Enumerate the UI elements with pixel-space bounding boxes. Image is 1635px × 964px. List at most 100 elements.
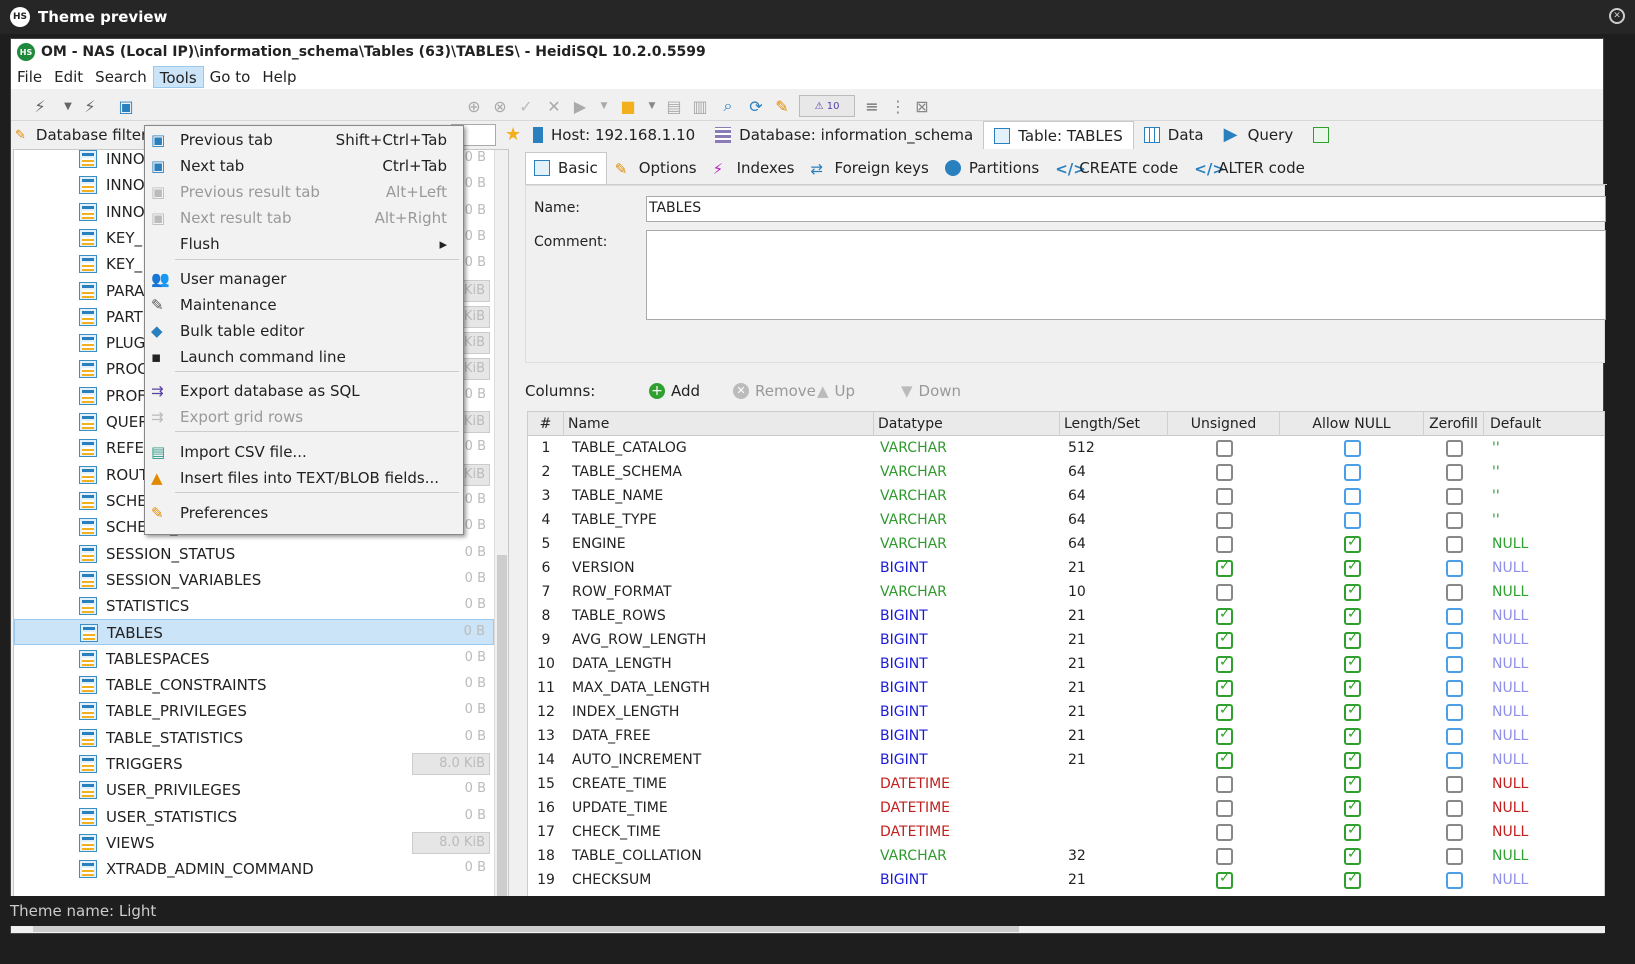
checkbox[interactable] (1446, 752, 1463, 769)
col-header-zerofill[interactable]: Zerofill (1424, 412, 1484, 436)
checkbox[interactable] (1216, 870, 1233, 889)
menu-item-previous-tab[interactable]: ▣ Previous tab Shift+Ctrl+Tab (145, 127, 463, 153)
disconnect-icon[interactable]: ⚡ (79, 95, 101, 117)
table-row[interactable]: 11 MAX_DATA_LENGTH BIGINT 21 NULL (528, 676, 1604, 700)
tab-partitions[interactable]: Partitions (937, 152, 1047, 184)
tree-item-triggers[interactable]: TRIGGERS 8.0 KiB (14, 751, 494, 777)
table-row[interactable]: 9 AVG_ROW_LENGTH BIGINT 21 NULL (528, 628, 1604, 652)
checkbox[interactable] (1446, 632, 1463, 649)
checkbox[interactable] (1344, 702, 1361, 721)
col-header-name[interactable]: Name (564, 412, 874, 436)
checkbox[interactable] (1344, 678, 1361, 697)
tree-item-user_privileges[interactable]: USER_PRIVILEGES 0 B (14, 777, 494, 803)
more-icon[interactable]: ⋮ (887, 95, 909, 117)
menu-edit[interactable]: Edit (48, 66, 89, 88)
checkbox[interactable] (1216, 800, 1233, 817)
print-icon[interactable]: ▥ (689, 95, 711, 117)
menu-item-launch-command-line[interactable]: ▪ Launch command line (145, 344, 463, 370)
checkbox[interactable] (1446, 584, 1463, 601)
checkbox[interactable] (1344, 654, 1361, 673)
menu-item-next-result-tab[interactable]: ▣ Next result tab Alt+Right (145, 205, 463, 231)
tab-indexes[interactable]: ⚡ Indexes (705, 152, 803, 184)
check-icon[interactable]: ✓ (515, 95, 537, 117)
tree-item-table_privileges[interactable]: TABLE_PRIVILEGES 0 B (14, 698, 494, 724)
checkbox[interactable] (1216, 654, 1233, 673)
checkbox[interactable] (1216, 440, 1233, 457)
menu-item-insert-files-into-text-blob-fields[interactable]: ▲ Insert files into TEXT/BLOB fields... (145, 465, 463, 491)
table-row[interactable]: 8 TABLE_ROWS BIGINT 21 NULL (528, 604, 1604, 628)
checkbox[interactable] (1344, 750, 1361, 769)
menu-goto[interactable]: Go to (204, 66, 257, 88)
comment-input[interactable] (646, 230, 1606, 320)
checkbox[interactable] (1216, 584, 1233, 601)
checkbox[interactable] (1344, 870, 1361, 889)
table-row[interactable]: 2 TABLE_SCHEMA VARCHAR 64 '' (528, 460, 1604, 484)
new-query-tab[interactable] (1303, 121, 1347, 149)
move-up-button[interactable]: ▲ Up (817, 382, 855, 400)
checkbox[interactable] (1216, 512, 1233, 529)
dropdown-arrow-icon[interactable]: ▼ (641, 95, 663, 117)
checkbox[interactable] (1216, 558, 1233, 577)
tab-foreign-keys[interactable]: ⇄ Foreign keys (803, 152, 937, 184)
tree-item-statistics[interactable]: STATISTICS 0 B (14, 593, 494, 619)
save-icon[interactable]: ▤ (663, 95, 685, 117)
menu-item-import-csv-file[interactable]: ▤ Import CSV file... (145, 439, 463, 465)
checkbox[interactable] (1216, 750, 1233, 769)
tree-scrollbar[interactable] (494, 150, 508, 912)
tab-data[interactable]: Data (1134, 121, 1214, 149)
menu-help[interactable]: Help (256, 66, 302, 88)
tree-item-table_statistics[interactable]: TABLE_STATISTICS 0 B (14, 725, 494, 751)
tab-basic[interactable]: Basic (525, 151, 607, 184)
checkbox[interactable] (1344, 512, 1361, 529)
dropdown-arrow-icon[interactable]: ▼ (593, 95, 615, 117)
menu-item-bulk-table-editor[interactable]: ◆ Bulk table editor (145, 318, 463, 344)
menu-file[interactable]: File (11, 66, 48, 88)
checkbox[interactable] (1216, 848, 1233, 865)
table-row[interactable]: 17 CHECK_TIME DATETIME NULL (528, 820, 1604, 844)
add-column-button[interactable]: + Add (649, 382, 700, 400)
table-name-input[interactable]: TABLES (646, 196, 1606, 222)
checkbox[interactable] (1446, 488, 1463, 505)
checkbox[interactable] (1344, 582, 1361, 601)
menu-item-preferences[interactable]: ✎ Preferences (145, 500, 463, 526)
checkbox[interactable] (1344, 558, 1361, 577)
tree-item-table_constraints[interactable]: TABLE_CONSTRAINTS 0 B (14, 672, 494, 698)
tree-item-views[interactable]: VIEWS 8.0 KiB (14, 830, 494, 856)
run-icon[interactable]: ▶ (569, 95, 591, 117)
checkbox[interactable] (1344, 534, 1361, 553)
checkbox[interactable] (1446, 512, 1463, 529)
add-icon[interactable]: ⊕ (463, 95, 485, 117)
folder-icon[interactable]: ■ (617, 95, 639, 117)
table-row[interactable]: 19 CHECKSUM BIGINT 21 NULL (528, 868, 1604, 892)
checkbox[interactable] (1446, 776, 1463, 793)
warning-binary-icon[interactable]: ⚠ 10 (799, 95, 855, 117)
refresh-icon[interactable]: ⟳ (745, 95, 767, 117)
star-icon[interactable]: ★ (505, 124, 521, 145)
checkbox[interactable] (1344, 440, 1361, 457)
table-row[interactable]: 4 TABLE_TYPE VARCHAR 64 '' (528, 508, 1604, 532)
tab-table[interactable]: Table: TABLES (983, 121, 1134, 149)
table-row[interactable]: 3 TABLE_NAME VARCHAR 64 '' (528, 484, 1604, 508)
table-row[interactable]: 10 DATA_LENGTH BIGINT 21 NULL (528, 652, 1604, 676)
checkbox[interactable] (1216, 488, 1233, 505)
col-header-default[interactable]: Default (1484, 412, 1604, 436)
menu-item-next-tab[interactable]: ▣ Next tab Ctrl+Tab (145, 153, 463, 179)
checkbox[interactable] (1216, 678, 1233, 697)
table-row[interactable]: 16 UPDATE_TIME DATETIME NULL (528, 796, 1604, 820)
checkbox[interactable] (1446, 848, 1463, 865)
tab-alter-code[interactable]: </> ALTER code (1186, 152, 1313, 184)
col-header-allownull[interactable]: Allow NULL (1280, 412, 1424, 436)
checkbox[interactable] (1446, 824, 1463, 841)
table-row[interactable]: 12 INDEX_LENGTH BIGINT 21 NULL (528, 700, 1604, 724)
remove-column-button[interactable]: ✕ Remove (733, 382, 816, 400)
checkbox[interactable] (1216, 824, 1233, 841)
checkbox[interactable] (1216, 776, 1233, 793)
delete-icon[interactable]: ✕ (543, 95, 565, 117)
checkbox[interactable] (1216, 726, 1233, 745)
checkbox[interactable] (1446, 800, 1463, 817)
table-row[interactable]: 18 TABLE_COLLATION VARCHAR 32 NULL (528, 844, 1604, 868)
menu-item-previous-result-tab[interactable]: ▣ Previous result tab Alt+Left (145, 179, 463, 205)
checkbox[interactable] (1344, 822, 1361, 841)
wrap-icon[interactable]: ≡ (861, 95, 883, 117)
table-row[interactable]: 14 AUTO_INCREMENT BIGINT 21 NULL (528, 748, 1604, 772)
